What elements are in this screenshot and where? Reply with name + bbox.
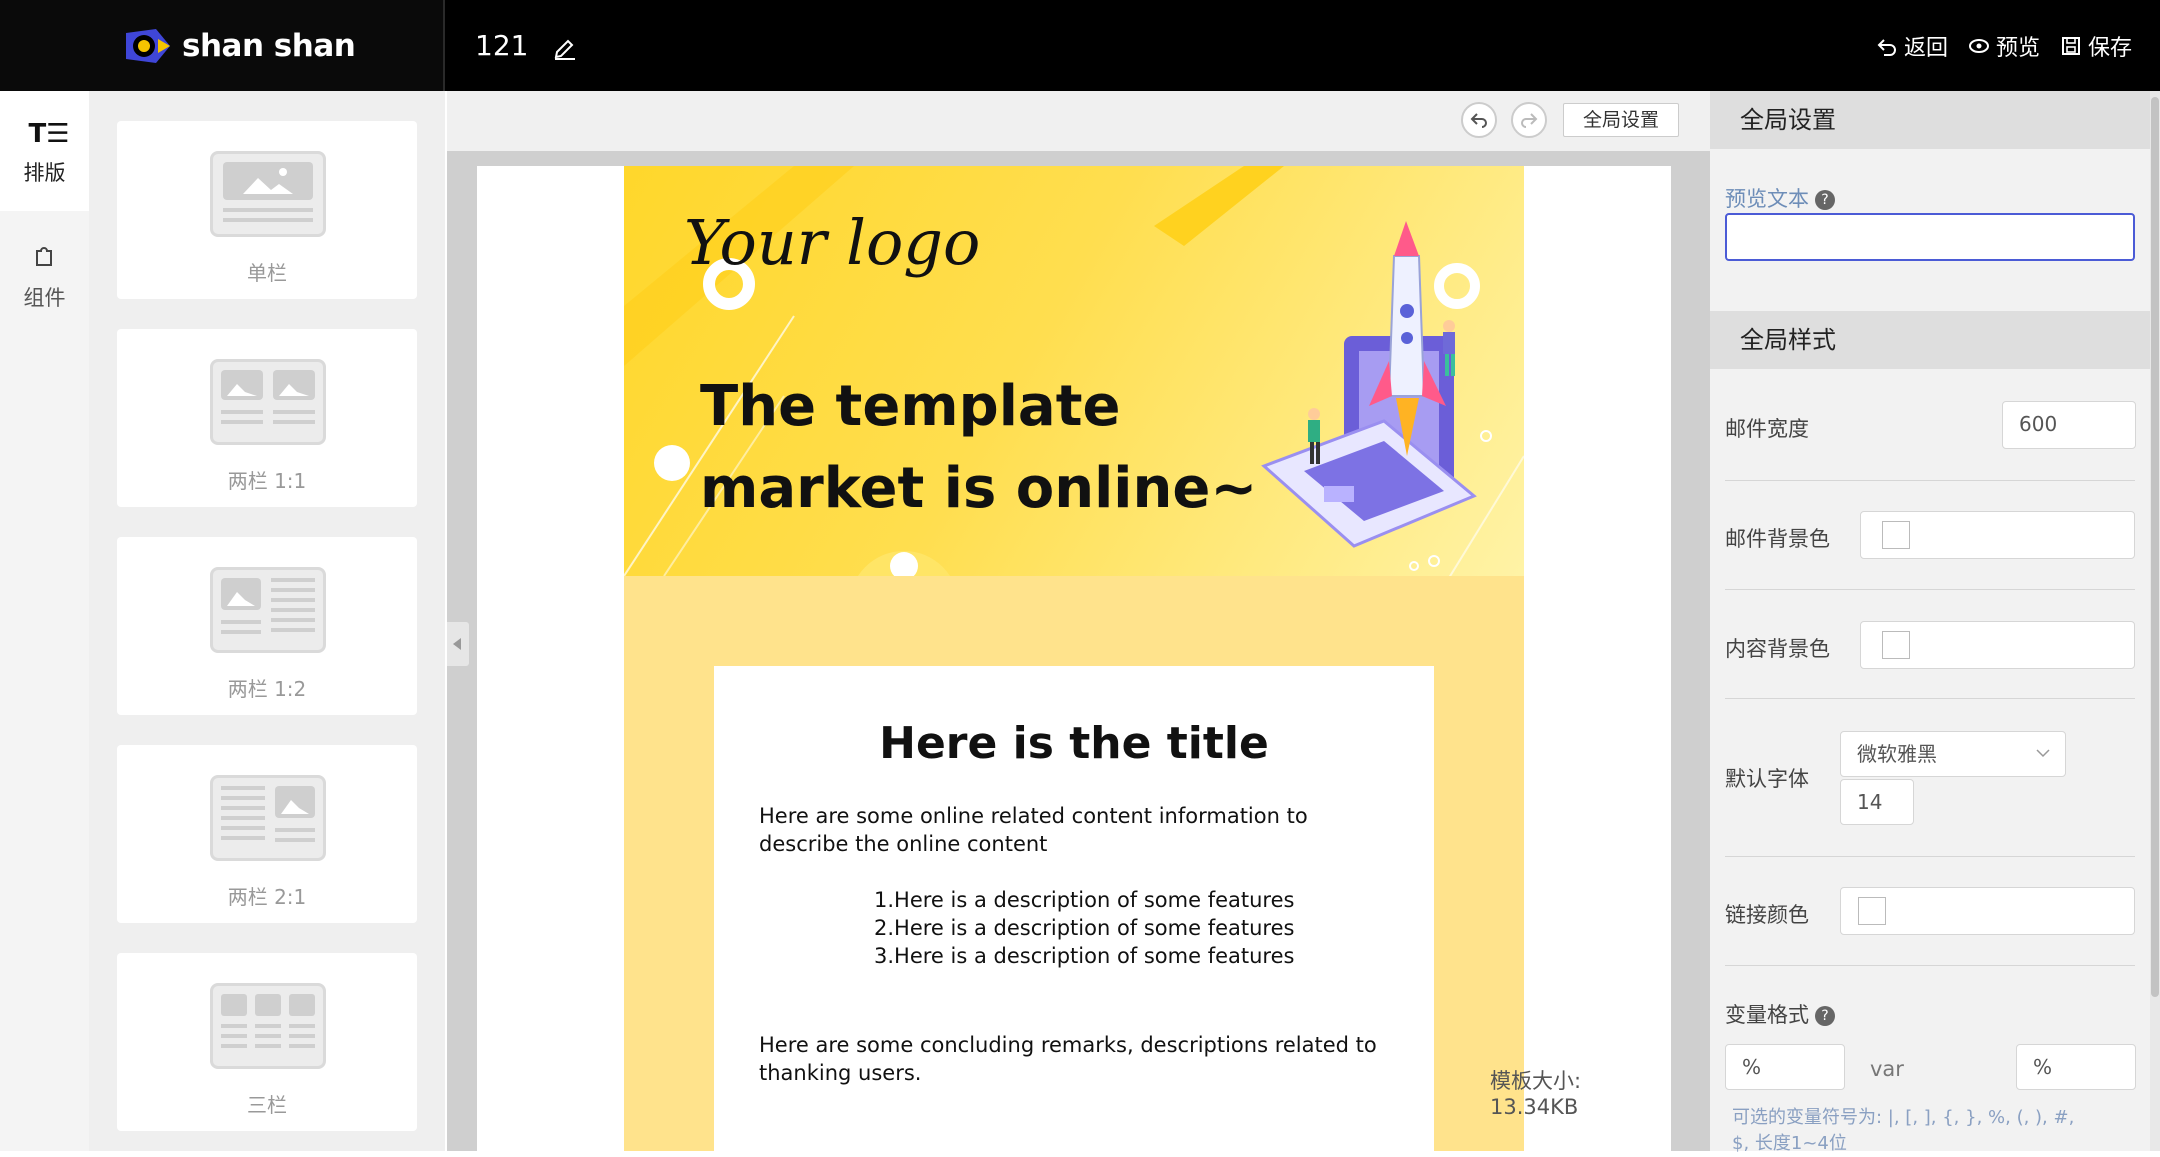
block-three-column[interactable]: 三栏 [117,953,417,1131]
two-column-2-1-thumb-icon [210,775,326,861]
eye-icon [1968,39,1989,53]
undo-arrow-icon [1877,39,1896,56]
divider [1725,480,2135,481]
block-label: 两栏 2:1 [227,885,307,909]
default-font-select[interactable]: 微软雅黑 [1840,731,2066,777]
preview-label: 预览 [1995,36,2040,61]
chevron-down-icon [2036,749,2050,758]
document-name: 121 [475,29,529,62]
variable-format-note: 可选的变量符号为: |, [, ], {, }, %, (, ), #, $, … [1732,1105,2074,1157]
variable-format-label: 变量格式? [1725,999,1835,1029]
mail-bg-color-swatch[interactable] [1882,521,1910,549]
list-item: 3.Here is a description of some features [874,944,1295,968]
edit-pencil-icon[interactable] [552,34,578,60]
email-banner[interactable]: Your logo The template market is online~ [624,166,1524,576]
nav-layout-label: 排版 [23,161,66,185]
layout-blocks-panel: 单栏 两栏 1:1 两栏 1:2 两栏 2:1 三栏 [89,91,445,1151]
settings-scrollbar[interactable] [2150,91,2160,1151]
var-suffix-input[interactable]: % [2016,1044,2136,1090]
preview-button[interactable]: 预览 [1968,30,2040,62]
mail-width-label: 邮件宽度 [1725,417,1809,441]
link-color-swatch[interactable] [1858,897,1886,925]
default-font-label: 默认字体 [1725,767,1809,791]
list-item: 2.Here is a description of some features [874,916,1295,940]
save-button[interactable]: 保存 [2060,30,2132,62]
block-label: 三栏 [247,1093,287,1117]
mail-bg-color-label: 邮件背景色 [1725,527,1830,551]
layout-text-icon: T☰ [28,119,70,149]
email-feature-list: 1.Here is a description of some features… [874,886,1294,970]
block-two-column-2-1[interactable]: 两栏 2:1 [117,745,417,923]
redo-icon [1521,113,1538,128]
nav-components-label: 组件 [23,286,66,310]
template-size-note: 模板大小: 13.34KB [1490,1069,1582,1119]
mail-width-input[interactable]: 600 [2002,401,2136,449]
back-label: 返回 [1903,36,1948,61]
brand-logo-icon [126,29,170,63]
email-closing-text: Here are some concluding remarks, descri… [759,1033,1377,1085]
block-label: 两栏 1:1 [227,469,307,493]
divider [1725,965,2135,966]
back-button[interactable]: 返回 [1876,30,1948,62]
email-headline: The template market is online~ [700,366,1260,530]
email-logo-text: Your logo [684,206,981,279]
font-size-input[interactable]: 14 [1840,779,1914,825]
block-two-column-1-2[interactable]: 两栏 1:2 [117,537,417,715]
content-bg-color-swatch[interactable] [1882,631,1910,659]
editor-canvas: 全局设置 Your logo The template market is on… [447,91,1710,1151]
default-font-value: 微软雅黑 [1857,742,1937,766]
save-label: 保存 [2087,36,2132,61]
help-icon[interactable]: ? [1815,1006,1835,1026]
three-column-thumb-icon [210,983,326,1069]
variable-format-note-line1: 可选的变量符号为: |, [, ], {, }, %, (, ), #, [1732,1107,2075,1128]
var-prefix-input[interactable]: % [1725,1044,1845,1090]
save-disk-icon [2061,37,2080,55]
divider [1725,589,2135,590]
canvas-toolbar: 全局设置 [447,91,1710,151]
divider [1725,856,2135,857]
redo-button[interactable] [1511,102,1547,138]
top-bar: shan shan 121 返回 预览 保存 [0,0,2160,91]
block-single-column[interactable]: 单栏 [117,121,417,299]
email-content-card[interactable]: Here is the title Here are some online r… [714,666,1434,1151]
nav-layout-tab[interactable]: T☰ 排版 [0,91,89,211]
left-nav: T☰ 排版 组件 [0,91,89,1151]
help-icon[interactable]: ? [1815,190,1835,210]
block-label: 单栏 [247,261,287,285]
undo-button[interactable] [1461,102,1497,138]
preview-text-input[interactable] [1725,213,2135,261]
undo-icon [1470,113,1487,128]
email-headline-line1: The template [700,374,1121,439]
two-column-1-2-thumb-icon [210,567,326,653]
email-intro-text: Here are some online related content inf… [759,804,1308,856]
global-settings-button[interactable]: 全局设置 [1563,103,1679,137]
preview-text-label: 预览文本? [1725,183,1835,213]
two-column-thumb-icon [210,359,326,445]
email-body: Your logo The template market is online~… [624,166,1524,1151]
divider [1725,698,2135,699]
list-item: 1.Here is a description of some features [874,888,1295,912]
global-settings-header: 全局设置 [1710,91,2150,149]
collapse-left-panel-handle[interactable] [447,622,469,666]
email-title: Here is the title [879,718,1269,769]
block-label: 两栏 1:2 [227,677,307,701]
logo-area: shan shan [0,0,445,91]
brand-name: shan shan [182,28,356,64]
var-middle-text: var [1870,1057,1904,1081]
variable-format-note-line2: $, 长度1~4位 [1732,1133,1847,1154]
scrollbar-thumb[interactable] [2151,97,2159,997]
puzzle-icon [35,247,52,266]
block-two-column-1-1[interactable]: 两栏 1:1 [117,329,417,507]
nav-components-tab[interactable]: 组件 [0,211,89,331]
global-style-header: 全局样式 [1710,311,2150,369]
link-color-label: 链接颜色 [1725,903,1809,927]
email-headline-line2: market is online~ [700,456,1258,521]
single-column-thumb-icon [210,151,326,237]
email-preview-paper: Your logo The template market is online~… [477,166,1671,1151]
content-bg-color-label: 内容背景色 [1725,637,1830,661]
settings-panel: 全局设置 预览文本? 全局样式 邮件宽度 600 邮件背景色 内容背景色 默认字… [1710,91,2160,1154]
